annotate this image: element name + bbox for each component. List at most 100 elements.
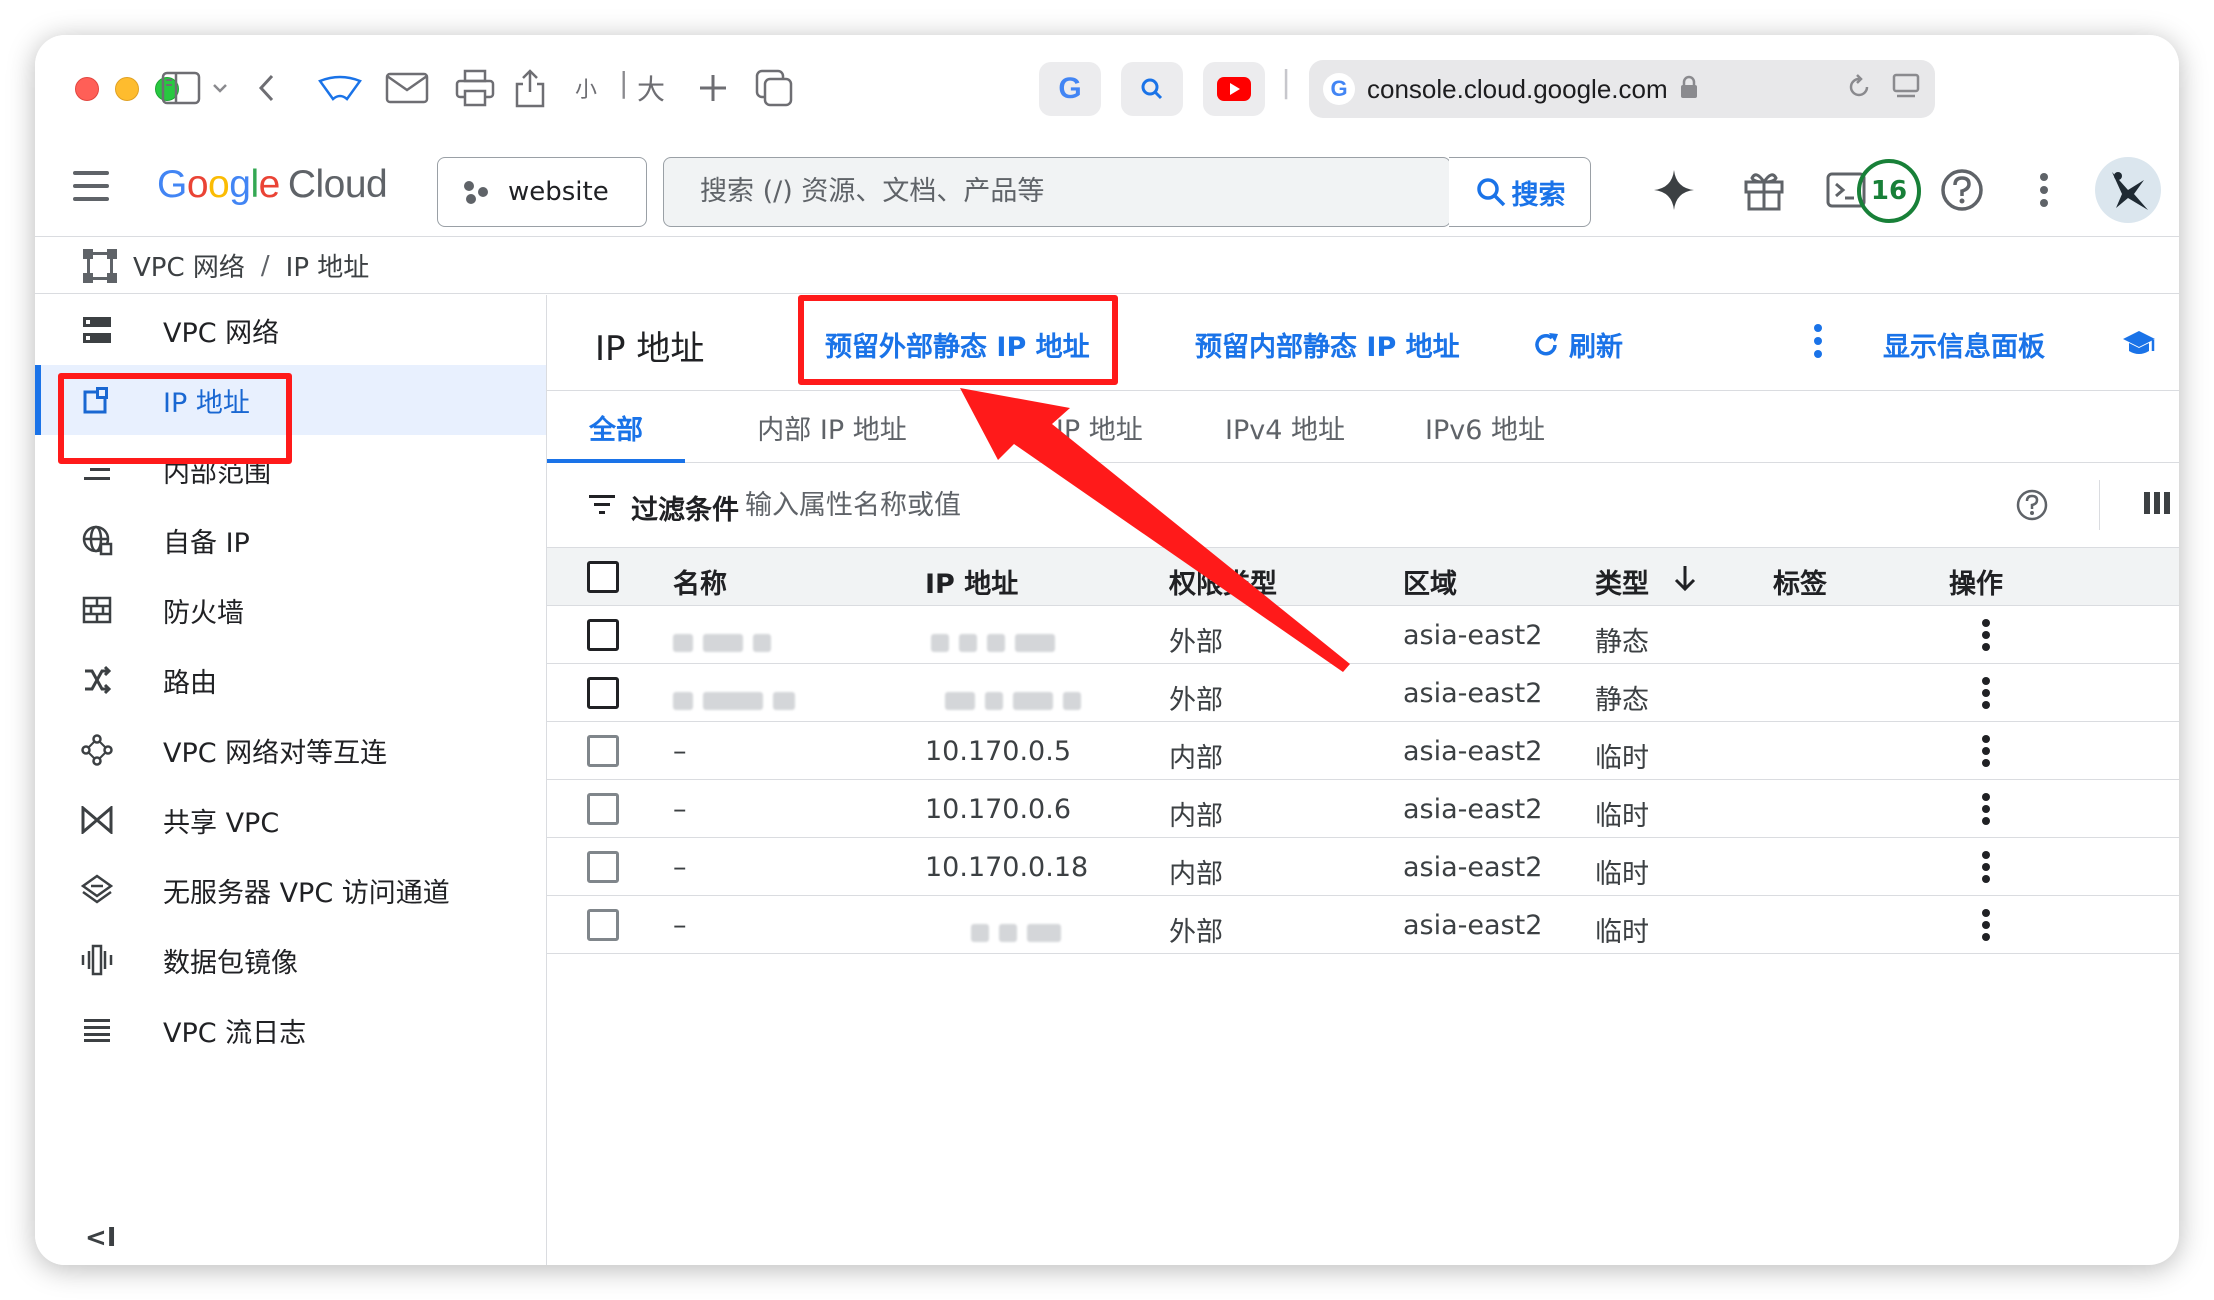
share-icon[interactable] [513,65,547,111]
select-all-checkbox[interactable] [587,561,619,593]
table-row[interactable]: – 外部 asia-east2 临时 [547,896,2179,954]
column-header-access-type[interactable]: 权限类型 [1169,562,1277,601]
table-row[interactable]: 外部 asia-east2 静态 [547,664,2179,722]
screen-icon[interactable] [1891,73,1921,105]
sidebar-toggle-icon[interactable] [161,65,201,111]
project-name: website [508,177,609,207]
table-row[interactable]: – 10.170.0.5 内部 asia-east2 临时 [547,722,2179,780]
row-actions-icon[interactable] [1981,618,1991,652]
minimize-window-button[interactable] [115,77,139,101]
sidebar-item-packet-mirroring[interactable]: 数据包镜像 [35,925,546,995]
youtube-tab-icon[interactable] [1203,62,1265,116]
address-bar[interactable]: G console.cloud.google.com [1309,60,1935,118]
row-actions-icon[interactable] [1981,792,1991,826]
tab-external-ip[interactable]: 外部 IP 地址 [973,391,1163,463]
help-icon[interactable] [1937,165,1987,215]
row-checkbox[interactable] [587,851,619,883]
tab-internal-ip[interactable]: 内部 IP 地址 [737,391,927,463]
divider [2099,480,2100,530]
show-info-panel-button[interactable]: 显示信息面板 [1883,325,2045,364]
chevron-down-icon[interactable] [211,65,229,111]
tab-ipv4[interactable]: IPv4 地址 [1215,391,1355,463]
close-window-button[interactable] [75,77,99,101]
refresh-button[interactable]: 刷新 [1531,325,1623,364]
more-options-icon[interactable] [2019,165,2069,215]
sidebar-item-vpc-network[interactable]: VPC 网络 [35,295,546,365]
collapse-sidebar-button[interactable]: <I [85,1223,116,1253]
sidebar-item-shared-vpc[interactable]: 共享 VPC [35,785,546,855]
project-selector-button[interactable]: website [437,157,647,227]
search-input[interactable] [664,158,1450,225]
sidebar-item-label: VPC 网络 [163,317,280,349]
sidebar-item-firewall[interactable]: 防火墙 [35,575,546,645]
row-checkbox[interactable] [587,677,619,709]
tab-ipv6[interactable]: IPv6 地址 [1415,391,1555,463]
row-checkbox[interactable] [587,619,619,651]
column-header-region[interactable]: 区域 [1403,562,1457,601]
row-actions-icon[interactable] [1981,850,1991,884]
sidebar-item-label: 无服务器 VPC 访问通道 [163,877,450,909]
column-header-name[interactable]: 名称 [673,562,727,601]
reload-icon[interactable] [1845,73,1873,105]
column-display-icon[interactable] [2143,490,2171,516]
reserve-internal-ip-button[interactable]: 预留内部静态 IP 地址 [1195,325,1460,364]
main-menu-icon[interactable] [73,171,109,201]
sidebar-item-flow-logs[interactable]: VPC 流日志 [35,995,546,1065]
redacted-name [673,684,805,715]
text-smaller-button[interactable]: 小 [575,65,597,111]
column-header-type[interactable]: 类型 [1595,562,1649,601]
notifications-badge[interactable]: 16 [1857,159,1921,223]
breadcrumb-parent[interactable]: VPC 网络 [133,247,245,284]
table-row[interactable]: 外部 asia-east2 静态 [547,606,2179,664]
tab-all[interactable]: 全部 [547,391,685,463]
more-actions-icon[interactable] [1813,323,1823,363]
sidebar-item-byoip[interactable]: 自备 IP [35,505,546,575]
sort-descending-icon[interactable] [1671,563,1699,593]
sidebar-item-label: VPC 网络对等互连 [163,737,388,769]
column-header-ip[interactable]: IP 地址 [925,562,1018,601]
breadcrumb-separator: / [260,250,270,281]
tab-bar: 全部 内部 IP 地址 外部 IP 地址 IPv4 地址 IPv6 地址 [547,391,2179,463]
help-icon[interactable] [2015,488,2049,522]
back-icon[interactable] [257,65,277,111]
sidebar-item-vpc-peering[interactable]: VPC 网络对等互连 [35,715,546,785]
mail-icon[interactable] [385,65,429,111]
search-tab-icon[interactable] [1121,62,1183,116]
flow-logs-icon [79,1012,115,1048]
row-actions-icon[interactable] [1981,734,1991,768]
ip-cell: 10.170.0.18 [925,852,1089,883]
region-cell: asia-east2 [1403,678,1543,709]
text-larger-button[interactable]: 大 [637,65,665,111]
sidebar-item-label: 共享 VPC [163,807,280,839]
type-cell: 临时 [1595,859,1649,890]
row-checkbox[interactable] [587,735,619,767]
ip-cell: 10.170.0.6 [925,794,1071,825]
sidebar-item-routes[interactable]: 路由 [35,645,546,715]
search-button[interactable]: 搜索 [1449,157,1591,227]
filter-input[interactable] [745,482,1545,528]
google-tab-icon[interactable]: G [1039,62,1101,116]
highlight-reserve-external-ip [798,295,1118,385]
row-actions-icon[interactable] [1981,676,1991,710]
reader-icon[interactable] [317,65,363,111]
row-checkbox[interactable] [587,909,619,941]
column-header-labels[interactable]: 标签 [1773,562,1827,601]
highlight-ip-address-nav [58,373,292,464]
google-cloud-logo[interactable]: Google Cloud [157,163,388,207]
new-tab-icon[interactable] [697,65,729,111]
filter-label: 过滤条件 [631,495,739,526]
sidebar-item-serverless-vpc[interactable]: 无服务器 VPC 访问通道 [35,855,546,925]
row-actions-icon[interactable] [1981,908,1991,942]
table-row[interactable]: – 10.170.0.6 内部 asia-east2 临时 [547,780,2179,838]
avatar[interactable] [2095,157,2161,223]
gift-icon[interactable] [1739,165,1789,215]
lock-icon [1680,75,1698,103]
row-checkbox[interactable] [587,793,619,825]
learn-icon[interactable] [2121,329,2157,363]
table-row[interactable]: – 10.170.0.18 内部 asia-east2 临时 [547,838,2179,896]
page-title: IP 地址 [595,329,705,369]
gemini-sparkle-icon[interactable] [1649,165,1699,215]
print-icon[interactable] [455,65,495,111]
tab-overview-icon[interactable] [755,65,793,111]
peering-icon [79,732,115,768]
